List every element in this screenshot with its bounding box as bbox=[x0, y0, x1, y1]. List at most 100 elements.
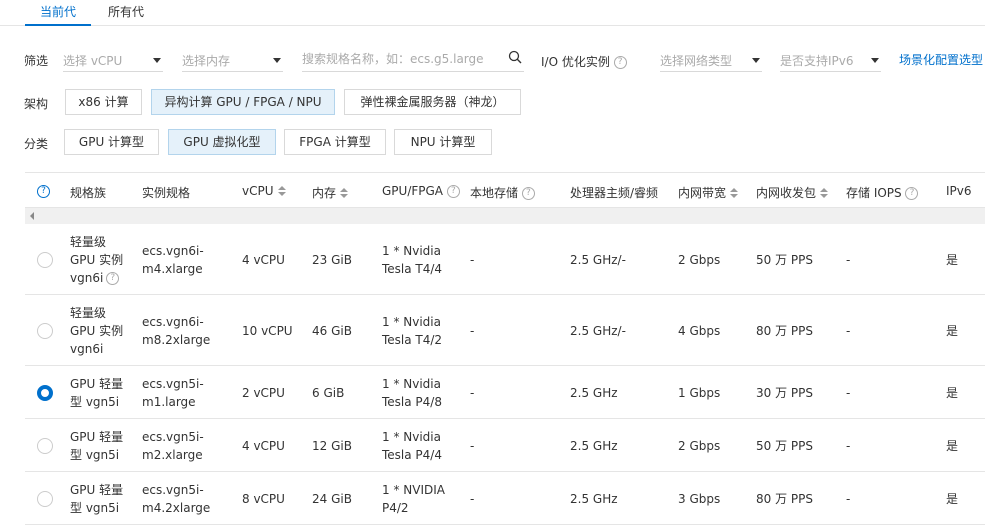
cell-text: 2.5 GHz bbox=[570, 385, 618, 400]
cell-text: 轻量级 bbox=[70, 305, 107, 320]
cell-text: - bbox=[470, 252, 475, 267]
arch-option-bare-metal[interactable]: 弹性裸金属服务器（神龙） bbox=[344, 89, 521, 115]
cell-text: 2 vCPU bbox=[242, 385, 285, 400]
tab-current-gen[interactable]: 当前代 bbox=[40, 3, 76, 20]
cell-text: 1 * Nvidia bbox=[382, 376, 441, 391]
col-pps[interactable]: 内网收发包 bbox=[756, 184, 829, 201]
tab-all-gen[interactable]: 所有代 bbox=[108, 3, 144, 20]
category-fpga-compute[interactable]: FPGA 计算型 bbox=[284, 129, 386, 155]
cell-family: GPU 轻量型 vgn5i bbox=[70, 375, 123, 411]
memory-select[interactable]: 选择内存 bbox=[182, 48, 283, 72]
cell-local-storage: - bbox=[470, 322, 474, 340]
cell-frequency: 2.5 GHz bbox=[570, 437, 618, 455]
chevron-down-icon bbox=[871, 58, 879, 63]
spec-search-input[interactable] bbox=[302, 48, 497, 70]
category-npu-compute[interactable]: NPU 计算型 bbox=[394, 129, 492, 155]
col-vcpu[interactable]: vCPU bbox=[242, 184, 286, 198]
search-icon[interactable] bbox=[508, 50, 522, 64]
scene-config-link[interactable]: 场景化配置选型 bbox=[899, 51, 983, 68]
cell-family: GPU 轻量型 vgn5i bbox=[70, 481, 123, 517]
cell-memory: 12 GiB bbox=[312, 437, 352, 455]
cell-local-storage: - bbox=[470, 384, 474, 402]
io-optimized-label: I/O 优化实例 bbox=[541, 55, 610, 69]
cell-text: ecs.vgn6i- bbox=[142, 314, 204, 329]
help-icon[interactable]: ? bbox=[446, 185, 460, 198]
cell-memory: 24 GiB bbox=[312, 490, 352, 508]
help-icon[interactable]: ? bbox=[613, 56, 627, 69]
cell-pps: 80 万 PPS bbox=[756, 322, 813, 340]
cell-bandwidth: 2 Gbps bbox=[678, 437, 720, 455]
cell-text: 23 GiB bbox=[312, 252, 352, 267]
cell-bandwidth: 4 Gbps bbox=[678, 322, 720, 340]
table-row[interactable]: GPU 轻量型 vgn5i ecs.vgn5i-m2.xlarge 4 vCPU 12… bbox=[25, 419, 985, 472]
cell-text: vgn6i bbox=[70, 270, 104, 285]
cell-pps: 50 万 PPS bbox=[756, 437, 813, 455]
col-vcpu-label: vCPU bbox=[242, 184, 274, 198]
cell-spec: ecs.vgn6i-m4.xlarge bbox=[142, 242, 204, 278]
chevron-down-icon bbox=[273, 58, 281, 63]
category-label: 分类 bbox=[24, 137, 49, 151]
filter-label: 筛选 bbox=[24, 54, 49, 68]
ipv6-select[interactable]: 是否支持IPv6 bbox=[780, 48, 881, 72]
cell-text: 型 vgn5i bbox=[70, 394, 120, 409]
cell-text: m2.xlarge bbox=[142, 447, 203, 462]
active-tab-indicator bbox=[25, 24, 91, 26]
network-type-select[interactable]: 选择网络类型 bbox=[660, 48, 762, 72]
table-row[interactable]: 轻量级 GPU 实例 vgn6i ecs.vgn6i-m8.2xlarge 10 vCP… bbox=[25, 295, 985, 366]
col-memory[interactable]: 内存 bbox=[312, 184, 349, 201]
category-gpu-virtualized[interactable]: GPU 虚拟化型 bbox=[168, 129, 276, 155]
row-radio[interactable] bbox=[37, 437, 53, 454]
cell-gpu: 1 * Nvidia Tesla P4/4 bbox=[382, 428, 442, 464]
help-icon[interactable]: ? bbox=[905, 187, 919, 200]
cell-text: 46 GiB bbox=[312, 323, 352, 338]
cell-bandwidth: 2 Gbps bbox=[678, 251, 720, 269]
row-radio[interactable] bbox=[37, 322, 53, 339]
arch-option-heterogeneous[interactable]: 异构计算 GPU / FPGA / NPU bbox=[151, 89, 335, 115]
col-memory-label: 内存 bbox=[312, 186, 337, 200]
row-radio[interactable] bbox=[37, 384, 53, 401]
cell-text: 2.5 GHz/- bbox=[570, 323, 626, 338]
cell-text: m1.large bbox=[142, 394, 196, 409]
scroll-left-icon[interactable] bbox=[30, 212, 34, 220]
help-icon[interactable]: ? bbox=[106, 271, 120, 285]
cell-text: 4 vCPU bbox=[242, 252, 285, 267]
table-row[interactable]: GPU 轻量型 vgn5i ecs.vgn5i-m4.2xlarge 8 vCPU 2… bbox=[25, 472, 985, 525]
cell-text: Tesla T4/4 bbox=[382, 261, 443, 276]
cell-iops: - bbox=[846, 437, 850, 455]
cell-text: GPU 轻量 bbox=[70, 376, 124, 391]
cell-gpu: 1 * Nvidia Tesla P4/8 bbox=[382, 375, 442, 411]
cell-text: 30 万 PPS bbox=[756, 385, 813, 400]
cell-frequency: 2.5 GHz bbox=[570, 384, 618, 402]
memory-select-placeholder: 选择内存 bbox=[182, 54, 231, 68]
cell-text: vgn6i bbox=[70, 341, 104, 356]
cell-spec: ecs.vgn6i-m8.2xlarge bbox=[142, 313, 210, 349]
col-gpu: GPU/FPGA ? bbox=[382, 184, 460, 198]
col-bandwidth[interactable]: 内网带宽 bbox=[678, 184, 739, 201]
category-gpu-compute[interactable]: GPU 计算型 bbox=[64, 129, 159, 155]
arch-option-x86[interactable]: x86 计算 bbox=[65, 89, 142, 115]
cell-frequency: 2.5 GHz/- bbox=[570, 251, 626, 269]
help-icon[interactable]: ? bbox=[37, 185, 50, 198]
cell-text: P4/2 bbox=[382, 500, 409, 515]
cell-vcpu: 4 vCPU bbox=[242, 437, 285, 455]
horizontal-scrollbar[interactable] bbox=[25, 208, 985, 224]
table-row[interactable]: 轻量级 GPU 实例 vgn6i? ecs.vgn6i-m4.xlarge 4 vCPU… bbox=[25, 224, 985, 295]
sort-icon bbox=[820, 188, 829, 199]
cell-text: ecs.vgn5i- bbox=[142, 429, 204, 444]
cell-text: m8.2xlarge bbox=[142, 332, 211, 347]
help-icon[interactable]: ? bbox=[521, 187, 535, 200]
io-optimized-filter[interactable]: I/O 优化实例 ? bbox=[541, 53, 627, 70]
cell-pps: 30 万 PPS bbox=[756, 384, 813, 402]
vcpu-select[interactable]: 选择 vCPU bbox=[63, 48, 163, 72]
col-iops-label: 存储 IOPS bbox=[846, 186, 902, 200]
cell-text: - bbox=[470, 385, 475, 400]
cell-ipv6: 是 bbox=[946, 322, 958, 340]
row-radio[interactable] bbox=[37, 251, 53, 268]
cell-text: - bbox=[470, 323, 475, 338]
row-radio[interactable] bbox=[37, 490, 53, 507]
cell-family: 轻量级 GPU 实例 vgn6i bbox=[70, 304, 123, 358]
cell-text: GPU 实例 bbox=[70, 323, 124, 338]
table-row[interactable]: GPU 轻量型 vgn5i ecs.vgn5i-m1.large 2 vCPU 6 G… bbox=[25, 366, 985, 419]
cell-text: 1 * Nvidia bbox=[382, 314, 441, 329]
cell-text: GPU 实例 bbox=[70, 252, 124, 267]
